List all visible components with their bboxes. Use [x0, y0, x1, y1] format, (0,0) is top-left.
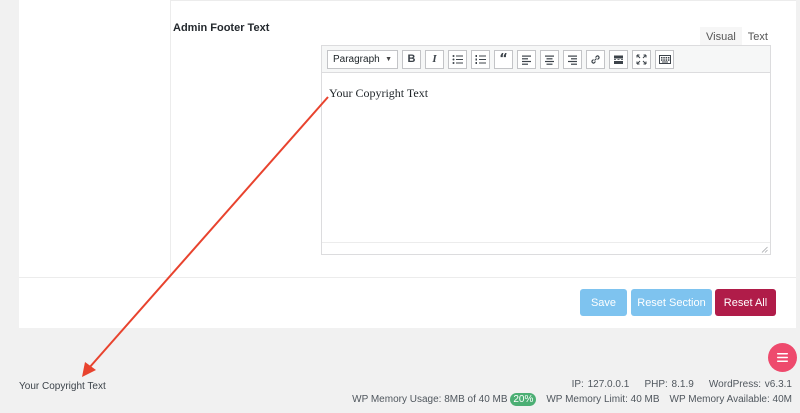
editor-toolbar: Paragraph ▼ B I “	[322, 46, 770, 73]
fullscreen-icon	[636, 54, 647, 64]
fullscreen-button[interactable]	[632, 49, 651, 69]
memory-percent-badge: 20%	[510, 393, 537, 406]
reset-section-button[interactable]: Reset Section	[631, 289, 712, 316]
memory-usage-text: WP Memory Usage: 8MB of 40 MB	[352, 394, 508, 405]
read-more-icon	[614, 55, 623, 64]
numbered-list-button[interactable]	[471, 49, 490, 69]
memory-limit: WP Memory Limit: 40 MB	[546, 394, 660, 405]
blockquote-button[interactable]: “	[494, 49, 513, 69]
align-right-icon	[568, 55, 577, 65]
floating-menu-button[interactable]	[768, 343, 797, 372]
field-label: Admin Footer Text	[173, 22, 270, 34]
align-center-button[interactable]	[540, 49, 559, 69]
memory-usage: WP Memory Usage: 8MB of 40 MB 20%	[352, 393, 537, 406]
divider	[171, 0, 796, 1]
save-button[interactable]: Save	[580, 289, 627, 316]
italic-button[interactable]: I	[425, 49, 444, 69]
bullet-list-button[interactable]	[448, 49, 467, 69]
ip-info: IP: 127.0.0.1	[571, 379, 630, 390]
align-right-button[interactable]	[563, 49, 582, 69]
server-info: IP: 127.0.0.1 PHP: 8.1.9 WordPress: v6.3…	[572, 379, 792, 390]
reset-all-button[interactable]: Reset All	[715, 289, 776, 316]
rich-text-editor[interactable]: Paragraph ▼ B I “ Your Copyright Text	[321, 45, 771, 255]
keyboard-icon	[658, 54, 671, 64]
tab-text[interactable]: Text	[741, 27, 774, 47]
align-left-icon	[522, 55, 531, 65]
editor-tabs: Visual Text	[700, 27, 774, 47]
quote-icon: “	[499, 51, 508, 67]
panel-sidebar	[19, 0, 171, 277]
editor-content[interactable]: Your Copyright Text	[329, 86, 428, 101]
insert-link-button[interactable]	[586, 49, 605, 69]
editor-statusbar	[322, 242, 770, 254]
memory-info: WP Memory Usage: 8MB of 40 MB 20% WP Mem…	[352, 393, 792, 406]
tab-visual[interactable]: Visual	[700, 27, 742, 47]
align-center-icon	[545, 55, 554, 65]
php-version: PHP: 8.1.9	[644, 379, 694, 390]
toolbar-toggle-button[interactable]	[655, 49, 674, 69]
numbered-list-icon	[475, 54, 486, 64]
bold-button[interactable]: B	[402, 49, 421, 69]
admin-footer-text: Your Copyright Text	[19, 381, 106, 392]
format-select-label: Paragraph	[333, 53, 380, 65]
format-select[interactable]: Paragraph ▼	[327, 49, 398, 69]
divider	[19, 277, 796, 278]
resize-handle-icon[interactable]	[761, 246, 768, 253]
wordpress-version: WordPress: v6.3.1	[708, 379, 792, 390]
align-left-button[interactable]	[517, 49, 536, 69]
menu-icon	[777, 353, 788, 362]
bullet-list-icon	[452, 54, 463, 64]
link-icon	[591, 54, 600, 64]
chevron-down-icon: ▼	[385, 55, 392, 63]
memory-available: WP Memory Available: 40M	[669, 394, 792, 405]
read-more-button[interactable]	[609, 49, 628, 69]
